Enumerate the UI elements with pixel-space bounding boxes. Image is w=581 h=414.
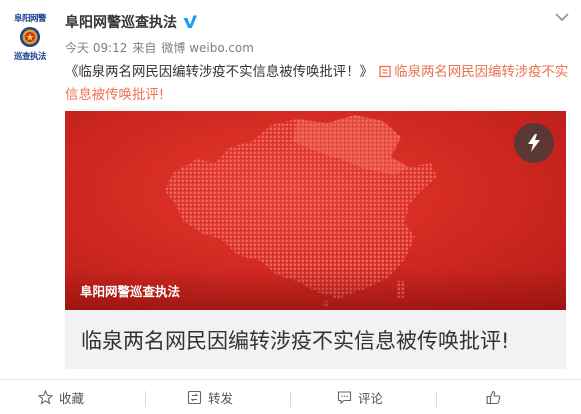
link-icon	[379, 65, 391, 78]
repost-button[interactable]: 转发	[187, 380, 233, 414]
card-title: 临泉两名网民因编转涉疫不实信息被传唤批评!	[81, 328, 510, 353]
source-prefix: 来自	[132, 41, 157, 55]
post-source[interactable]: 微博 weibo.com	[161, 39, 254, 56]
favorite-label: 收藏	[59, 391, 85, 406]
divider	[436, 391, 437, 407]
post-body: 《临泉两名网民因编转涉疫不实信息被传唤批评！》	[65, 65, 373, 80]
avatar-text-bottom: 巡查执法	[13, 52, 47, 62]
like-button[interactable]	[486, 380, 507, 414]
favorite-button[interactable]: 收藏	[38, 380, 84, 414]
comment-button[interactable]: 评论	[337, 380, 383, 414]
chevron-down-icon[interactable]	[553, 10, 571, 24]
repost-label: 转发	[208, 391, 234, 406]
comment-label: 评论	[358, 391, 384, 406]
divider	[145, 391, 146, 407]
divider	[290, 391, 291, 407]
avatar-text-top: 阜阳网警	[13, 14, 47, 24]
card-source-label: 阜阳网警巡查执法	[80, 284, 181, 299]
avatar[interactable]: 阜阳网警 巡查执法	[6, 6, 54, 64]
action-bar: 收藏 转发 评论	[0, 379, 581, 414]
card-image[interactable]: 阜阳网警巡查执法	[65, 111, 566, 310]
emblem-icon	[20, 27, 40, 47]
post-header: 阜阳网警巡查执法	[65, 11, 198, 33]
verified-icon	[183, 15, 197, 28]
post-text: 《临泉两名网民因编转涉疫不实信息被传唤批评！》 临泉两名网民因编转涉疫不实信息被…	[65, 61, 570, 107]
repost-icon	[187, 390, 202, 405]
lightning-button[interactable]	[514, 123, 554, 163]
like-icon	[486, 390, 501, 405]
post-time[interactable]: 今天 09:12	[65, 39, 127, 56]
article-card[interactable]: 阜阳网警巡查执法 临泉两名网民因编转涉疫不实信息被传唤批评!	[65, 111, 566, 369]
card-title-box[interactable]: 临泉两名网民因编转涉疫不实信息被传唤批评!	[65, 310, 566, 369]
username-link[interactable]: 阜阳网警巡查执法	[65, 12, 177, 32]
star-icon	[38, 390, 53, 405]
comment-icon	[337, 391, 352, 405]
lightning-icon	[528, 134, 540, 152]
post-meta: 今天 09:12 来自 微博 weibo.com	[65, 39, 254, 56]
